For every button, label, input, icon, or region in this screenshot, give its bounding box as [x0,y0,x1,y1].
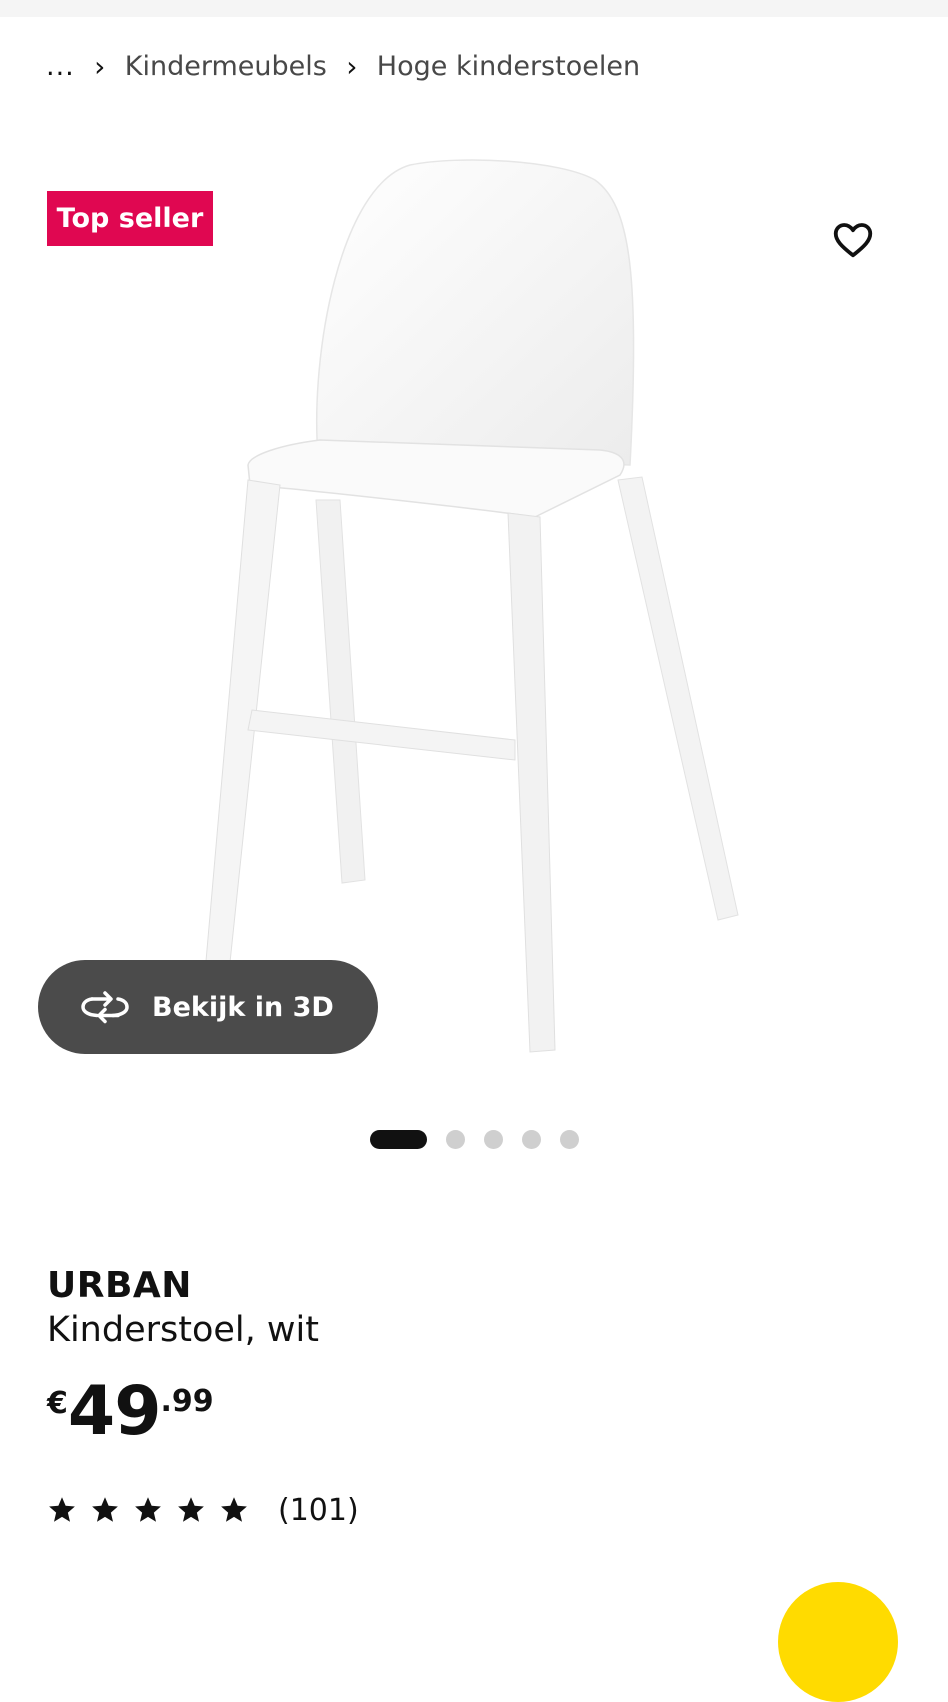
top-seller-badge: Top seller [47,191,213,246]
chevron-right-icon: › [346,49,358,83]
view-in-3d-button[interactable]: Bekijk in 3D [38,960,378,1054]
breadcrumb-ellipsis[interactable]: ... [46,51,75,82]
top-bar [0,0,948,17]
breadcrumb-item-kindermeubels[interactable]: Kindermeubels [125,51,327,82]
star-icon [221,1497,247,1522]
chair-illustration [201,159,739,1053]
price-integer: 49 [67,1372,162,1451]
breadcrumb-item-hoge-kinderstoelen[interactable]: Hoge kinderstoelen [377,51,640,82]
product-image[interactable] [190,155,770,1085]
rating-count: (101) [278,1492,359,1528]
breadcrumb: ... › Kindermeubels › Hoge kinderstoelen [46,46,640,86]
pagination-dot-5[interactable] [560,1129,579,1149]
chevron-right-icon: › [94,49,106,83]
price-currency: € [47,1386,68,1421]
pagination-dot-2[interactable] [446,1129,465,1149]
star-icon [49,1497,75,1522]
pagination-dot-3[interactable] [484,1129,503,1149]
star-icon [178,1497,204,1522]
product-description: Kinderstoel, wit [47,1310,319,1350]
star-icon [92,1497,118,1522]
star-icon [135,1497,161,1522]
image-pagination [370,1129,579,1149]
rotate-3d-icon [81,991,129,1024]
product-price: € 49 .99 [47,1378,214,1458]
product-rating[interactable]: (101) [47,1490,359,1530]
favorite-button[interactable] [830,216,876,262]
heart-icon [833,223,873,258]
pagination-dot-4[interactable] [522,1129,541,1149]
add-to-cart-fab[interactable] [778,1582,898,1702]
price-decimal: .99 [160,1384,214,1419]
view-in-3d-label: Bekijk in 3D [152,991,334,1023]
product-name: URBAN [47,1265,192,1306]
pagination-dot-1[interactable] [370,1129,427,1149]
